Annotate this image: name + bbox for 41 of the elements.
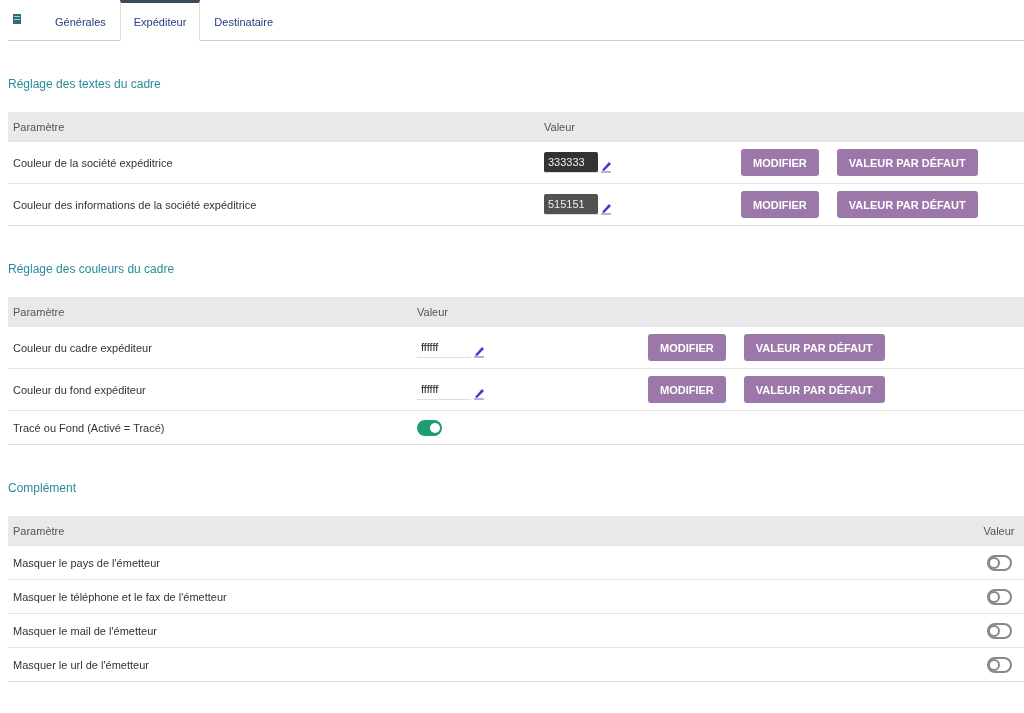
modify-button[interactable]: MODIFIER	[741, 191, 819, 218]
section-title: Réglage des textes du cadre	[8, 77, 162, 91]
color-input-field[interactable]: 333333	[544, 152, 598, 173]
tab[interactable]: Destinataire	[200, 0, 288, 41]
pencil-icon[interactable]	[473, 345, 487, 358]
parameter-label: Masquer le téléphone et le fax de l'émetteur	[13, 590, 228, 603]
book-icon	[13, 14, 21, 24]
pencil-icon[interactable]	[473, 387, 487, 400]
pencil-icon[interactable]	[600, 160, 614, 173]
column-header: Paramètre	[13, 524, 66, 537]
parameter-label: Masquer le pays de l'émetteur	[13, 556, 161, 569]
column-header: Valeur	[544, 120, 576, 133]
tab[interactable]: Générales	[41, 0, 120, 41]
toggle-switch[interactable]	[986, 656, 1012, 673]
default-value-button[interactable]: VALEUR PAR DÉFAUT	[836, 191, 978, 218]
section-title: Réglage des couleurs du cadre	[8, 262, 176, 276]
color-input-field[interactable]: 515151	[544, 194, 598, 215]
parameter-label: Tracé ou Fond (Activé = Tracé)	[13, 421, 166, 434]
modify-button[interactable]: MODIFIER	[741, 149, 819, 176]
default-value-button[interactable]: VALEUR PAR DÉFAUT	[743, 334, 885, 361]
parameter-label: Couleur des informations de la société expéditrice	[13, 198, 258, 211]
parameter-label: Masquer le mail de l'émetteur	[13, 624, 158, 637]
modify-button[interactable]: MODIFIER	[648, 334, 726, 361]
toggle-switch[interactable]	[986, 554, 1012, 571]
column-header: Valeur	[417, 305, 449, 318]
column-header: Paramètre	[13, 305, 66, 318]
modify-button[interactable]: MODIFIER	[648, 376, 726, 403]
default-value-button[interactable]: VALEUR PAR DÉFAUT	[836, 149, 978, 176]
parameter-label: Couleur de la société expéditrice	[13, 156, 174, 169]
toggle-switch[interactable]	[417, 419, 442, 436]
toggle-switch[interactable]	[986, 622, 1012, 639]
parameter-label: Couleur du cadre expéditeur	[13, 341, 153, 354]
section-title: Complément	[8, 481, 78, 495]
column-header: Paramètre	[13, 120, 66, 133]
column-header: Valeur	[982, 524, 1016, 537]
default-value-button[interactable]: VALEUR PAR DÉFAUT	[743, 376, 885, 403]
parameter-label: Masquer le url de l'émetteur	[13, 658, 150, 671]
parameter-label: Couleur du fond expéditeur	[13, 383, 147, 396]
tab[interactable]: Expéditeur	[119, 0, 201, 41]
toggle-switch[interactable]	[986, 588, 1012, 605]
pencil-icon[interactable]	[600, 202, 614, 215]
